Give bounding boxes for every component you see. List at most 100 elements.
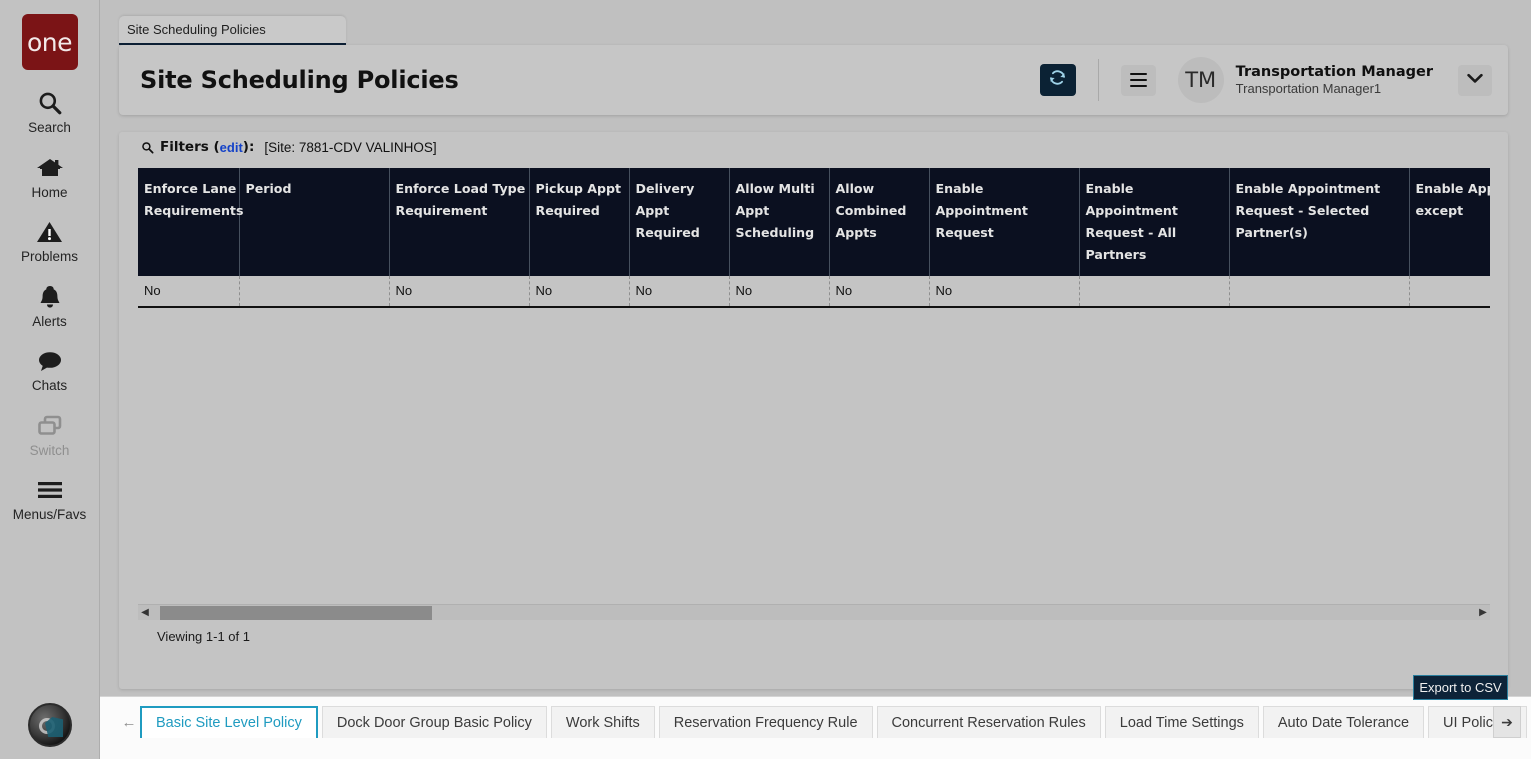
tab-basic-site-level-policy[interactable]: Basic Site Level Policy <box>140 706 318 738</box>
avatar[interactable]: TM <box>1177 57 1224 103</box>
table-cell: No <box>729 276 830 308</box>
table-cell <box>1409 276 1490 308</box>
search-icon <box>37 88 63 118</box>
user-info: Transportation Manager Transportation Ma… <box>1236 63 1433 97</box>
table-cell: No <box>138 276 240 308</box>
policies-table: Enforce Lane Requirements Period Enforce… <box>138 168 1490 308</box>
tab-load-time-settings[interactable]: Load Time Settings <box>1104 706 1259 738</box>
left-nav-rail: one Search Home Problems Alerts Chats Sw… <box>0 0 100 759</box>
table-cell <box>1229 276 1410 308</box>
table-cell: No <box>389 276 530 308</box>
bottom-tab-list: ← Basic Site Level Policy Dock Door Grou… <box>118 706 1531 738</box>
sidebar-item-alerts[interactable]: Alerts <box>0 282 100 329</box>
tab-label: Basic Site Level Policy <box>156 715 302 731</box>
table-header-row: Enforce Lane Requirements Period Enforce… <box>138 168 1490 276</box>
column-header[interactable]: Allow Combined Appts <box>829 168 930 276</box>
sidebar-item-home[interactable]: Home <box>0 153 100 200</box>
bell-icon <box>38 282 62 312</box>
table-cell <box>1079 276 1230 308</box>
sidebar-label-chats: Chats <box>31 378 68 393</box>
column-header[interactable]: Enable Appointment Request - All Partner… <box>1079 168 1230 276</box>
column-header[interactable]: Pickup Appt Required <box>529 168 630 276</box>
user-avatar-image[interactable] <box>28 703 72 747</box>
user-menu-button[interactable] <box>1458 64 1492 96</box>
filters-value: [Site: 7881-CDV VALINHOS] <box>264 139 437 155</box>
refresh-icon <box>1048 68 1067 92</box>
arrow-right-icon: ➔ <box>1501 713 1513 730</box>
scrollbar-thumb[interactable] <box>160 605 432 620</box>
tab-reservation-frequency-rule[interactable]: Reservation Frequency Rule <box>658 706 873 738</box>
sidebar-item-search[interactable]: Search <box>0 88 100 135</box>
sidebar-label-switch: Switch <box>29 442 70 458</box>
sidebar-item-problems[interactable]: Problems <box>0 217 100 264</box>
column-header[interactable]: Allow Multi Appt Scheduling <box>729 168 830 276</box>
tab-scroll-right-button[interactable]: ➔ <box>1493 706 1521 738</box>
browser-tab-label: Site Scheduling Policies <box>127 22 266 37</box>
refresh-button[interactable] <box>1039 64 1076 96</box>
tab-label: Reservation Frequency Rule <box>673 714 858 731</box>
page-title: Site Scheduling Policies <box>140 66 459 94</box>
browser-tab[interactable]: Site Scheduling Policies <box>119 16 346 45</box>
export-to-csv-label: Export to CSV <box>1419 680 1502 695</box>
table-cell <box>239 276 390 308</box>
horizontal-scrollbar[interactable]: ◀ ▶ <box>138 604 1490 620</box>
table-cell: No <box>529 276 630 308</box>
sidebar-label-menus-favs: Menus/Favs <box>12 507 87 522</box>
chevron-down-icon <box>1467 71 1483 89</box>
home-icon <box>36 153 64 183</box>
table-cell: No <box>629 276 730 308</box>
tab-work-shifts[interactable]: Work Shifts <box>550 706 655 738</box>
table-row[interactable]: No No No No No No No <box>138 276 1490 308</box>
tab-label: Concurrent Reservation Rules <box>891 714 1086 731</box>
avatar-initials: TM <box>1185 68 1217 92</box>
user-subtitle: Transportation Manager1 <box>1235 80 1382 96</box>
scroll-left-arrow-icon[interactable]: ◀ <box>138 605 152 621</box>
hamburger-icon <box>36 475 64 505</box>
column-header[interactable]: Enforce Load Type Requirement <box>389 168 530 276</box>
column-header[interactable]: Enable Appointment Request - All Partner… <box>1409 168 1490 276</box>
header-actions: TM Transportation Manager Transportation… <box>1039 45 1508 115</box>
one-logo[interactable]: one <box>21 14 78 70</box>
tab-label: Load Time Settings <box>1119 714 1244 731</box>
export-to-csv-tooltip[interactable]: Export to CSV <box>1413 675 1508 700</box>
tab-auto-date-tolerance[interactable]: Auto Date Tolerance <box>1262 706 1425 738</box>
bottom-tab-bar: ← Basic Site Level Policy Dock Door Grou… <box>100 696 1531 759</box>
column-header[interactable]: Delivery Appt Required <box>629 168 730 276</box>
tab-label: Auto Date Tolerance <box>1277 714 1410 731</box>
sidebar-item-menus-favs[interactable]: Menus/Favs <box>0 475 100 522</box>
tab-scroll-left-button[interactable]: ← <box>118 706 140 738</box>
search-icon <box>141 141 154 154</box>
switch-icon <box>36 411 64 441</box>
filters-edit-link[interactable]: edit <box>220 140 243 155</box>
filters-label: Filters ( <box>160 139 220 155</box>
record-count-label: Viewing 1-1 of 1 <box>157 629 250 644</box>
column-header[interactable]: Period <box>239 168 390 276</box>
tab-label: Work Shifts <box>565 714 640 731</box>
table-body: No No No No No No No <box>138 276 1490 308</box>
filters-label-end: ): <box>242 139 255 155</box>
sidebar-label-search: Search <box>28 120 71 135</box>
column-header[interactable]: Enable Appointment Request - Selected Pa… <box>1229 168 1410 276</box>
sidebar-item-chats[interactable]: Chats <box>0 346 100 393</box>
table-header: Enforce Lane Requirements Period Enforce… <box>138 168 1490 276</box>
app-root: one Search Home Problems Alerts Chats Sw… <box>0 0 1531 759</box>
table-cell: No <box>929 276 1080 308</box>
filters-bar: Filters ( edit ): [Site: 7881-CDV VALINH… <box>119 132 1508 162</box>
sidebar-label-problems: Problems <box>20 249 79 264</box>
column-header[interactable]: Enable Appointment Request <box>929 168 1080 276</box>
page-header-card: Site Scheduling Policies TM Transportati… <box>119 45 1508 115</box>
scroll-right-arrow-icon[interactable]: ▶ <box>1476 605 1490 621</box>
tab-label: Dock Door Group Basic Policy <box>336 714 532 731</box>
column-header[interactable]: Enforce Lane Requirements <box>138 168 243 276</box>
sidebar-label-home: Home <box>31 184 68 200</box>
tab-concurrent-reservation-rules[interactable]: Concurrent Reservation Rules <box>876 706 1101 738</box>
tab-dock-door-group-basic-policy[interactable]: Dock Door Group Basic Policy <box>321 706 547 738</box>
table-cell: No <box>829 276 930 308</box>
list-menu-icon <box>1129 72 1147 88</box>
arrow-left-icon: ← <box>121 713 137 731</box>
user-name: Transportation Manager <box>1235 63 1433 80</box>
scrollbar-track[interactable] <box>152 605 1476 621</box>
header-divider <box>1097 59 1099 101</box>
header-menu-button[interactable] <box>1120 64 1156 96</box>
sidebar-item-switch[interactable]: Switch <box>0 411 100 458</box>
